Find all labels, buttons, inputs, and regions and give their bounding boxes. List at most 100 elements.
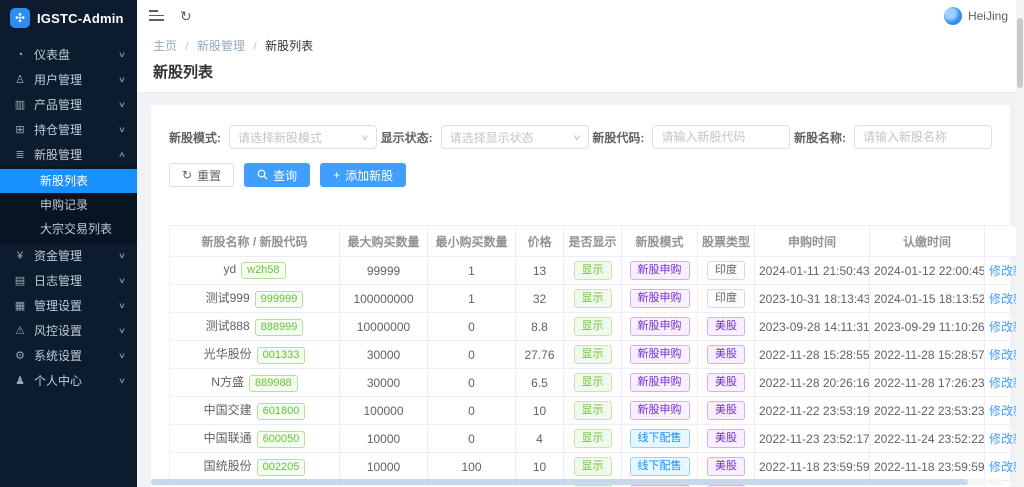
sidebar-subitem[interactable]: 大宗交易列表 bbox=[0, 217, 137, 241]
chevron-down-icon: ∨ bbox=[118, 100, 126, 109]
show-badge: 显示 bbox=[574, 261, 612, 280]
collapse-menu-icon[interactable] bbox=[149, 10, 164, 21]
column-header: 新股名称 / 新股代码 bbox=[170, 226, 340, 257]
logs-icon: ▤ bbox=[12, 274, 28, 287]
filter-label: 显示状态: bbox=[381, 129, 433, 146]
show-badge: 显示 bbox=[574, 429, 612, 448]
min-buy-qty: 1 bbox=[428, 285, 516, 313]
chevron-down-icon: ∨ bbox=[118, 75, 126, 84]
breadcrumb-item[interactable]: 主页 bbox=[153, 39, 177, 53]
stock-type-badge: 印度 bbox=[707, 289, 745, 308]
min-buy-qty: 0 bbox=[428, 397, 516, 425]
column-header: 最小购买数量 bbox=[428, 226, 516, 257]
avatar[interactable] bbox=[944, 7, 962, 25]
stock-code-badge: 889988 bbox=[249, 375, 298, 392]
add-stock-button[interactable]: + 添加新股 bbox=[320, 163, 406, 187]
apply-time: 2023-10-31 18:13:43 bbox=[755, 285, 870, 313]
funds-icon: ¥ bbox=[12, 250, 28, 262]
stock-name: 测试999 bbox=[206, 291, 250, 305]
reset-button[interactable]: ↻ 重置 bbox=[169, 163, 234, 187]
stock-type-badge: 美股 bbox=[707, 401, 745, 420]
price: 32 bbox=[516, 285, 564, 313]
show-badge: 显示 bbox=[574, 345, 612, 364]
vertical-scrollbar[interactable] bbox=[1016, 0, 1024, 487]
sidebar-item[interactable]: ⚙系统设置∨ bbox=[0, 343, 137, 368]
mode-badge: 新股申购 bbox=[630, 261, 690, 280]
price: 27.76 bbox=[516, 341, 564, 369]
stock-name: 测试888 bbox=[206, 319, 250, 333]
table-row: 中国交建601800100000010显示新股申购美股2022-11-22 23… bbox=[170, 397, 1024, 425]
page-title: 新股列表 bbox=[153, 61, 1008, 82]
table-row: N方盛8899883000006.5显示新股申购美股2022-11-28 20:… bbox=[170, 369, 1024, 397]
filter-label: 新股代码: bbox=[592, 129, 644, 146]
horizontal-scrollbar[interactable] bbox=[151, 479, 1002, 485]
stock-code-input[interactable] bbox=[652, 125, 790, 149]
mode-badge: 新股申购 bbox=[630, 401, 690, 420]
min-buy-qty: 0 bbox=[428, 425, 516, 453]
chevron-up-icon: ∧ bbox=[118, 150, 126, 159]
reset-icon: ↻ bbox=[182, 169, 192, 181]
chevron-down-icon: ∨ bbox=[118, 376, 126, 385]
sidebar-item[interactable]: ▤日志管理∨ bbox=[0, 268, 137, 293]
sidebar-item[interactable]: ⚠风控设置∨ bbox=[0, 318, 137, 343]
sidebar-item[interactable]: ◔仪表盘∨ bbox=[0, 42, 137, 67]
stock-code-badge: 999999 bbox=[255, 291, 304, 308]
min-buy-qty: 0 bbox=[428, 341, 516, 369]
pay-time: 2022-11-24 23:52:22 bbox=[870, 425, 985, 453]
chevron-down-icon: ∨ bbox=[118, 326, 126, 335]
pay-time: 2022-11-18 23:59:59 bbox=[870, 453, 985, 481]
pay-time: 2022-11-28 15:28:57 bbox=[870, 341, 985, 369]
sidebar-item[interactable]: ▦管理设置∨ bbox=[0, 293, 137, 318]
new-stock-mode-select[interactable]: 请选择新股模式 ∨ bbox=[229, 125, 377, 149]
sidebar-item[interactable]: ♟个人中心∨ bbox=[0, 368, 137, 393]
sidebar-subitem[interactable]: 新股列表 bbox=[0, 169, 137, 193]
breadcrumb-item[interactable]: 新股管理 bbox=[197, 39, 245, 53]
mode-badge: 新股申购 bbox=[630, 317, 690, 336]
apply-time: 2022-11-18 23:59:59 bbox=[755, 453, 870, 481]
price: 4 bbox=[516, 425, 564, 453]
sidebar-item[interactable]: ▥产品管理∨ bbox=[0, 92, 137, 117]
display-status-select[interactable]: 请选择显示状态 ∨ bbox=[441, 125, 589, 149]
column-header: 股票类型 bbox=[698, 226, 755, 257]
stock-name: N方盛 bbox=[211, 375, 244, 389]
sidebar-subitem[interactable]: 申购记录 bbox=[0, 193, 137, 217]
stock-code-badge: 888999 bbox=[255, 319, 304, 336]
max-buy-qty: 100000000 bbox=[340, 285, 428, 313]
profile-icon: ♟ bbox=[12, 374, 28, 387]
apply-time: 2022-11-22 23:53:19 bbox=[755, 397, 870, 425]
pay-time: 2024-01-12 22:00:45 bbox=[870, 257, 985, 285]
stock-name-input[interactable] bbox=[854, 125, 992, 149]
app-window: ✣ IGSTC-Admin ◔仪表盘∨♙用户管理∨▥产品管理∨⊞持仓管理∨≣新股… bbox=[0, 0, 1024, 487]
table-row: 国统股份0022051000010010显示线下配售美股2022-11-18 2… bbox=[170, 453, 1024, 481]
sidebar-item[interactable]: ♙用户管理∨ bbox=[0, 67, 137, 92]
plus-icon: + bbox=[333, 169, 340, 181]
main-area: ↻ HeiJing 主页 / 新股管理 / 新股列表 新股列表 新股模式: bbox=[137, 0, 1024, 487]
chevron-down-icon: ∨ bbox=[118, 50, 126, 59]
query-button[interactable]: 查询 bbox=[244, 163, 310, 187]
stock-type-badge: 美股 bbox=[707, 429, 745, 448]
stock-type-badge: 美股 bbox=[707, 317, 745, 336]
table-row: 光华股份00133330000027.76显示新股申购美股2022-11-28 … bbox=[170, 341, 1024, 369]
apply-time: 2022-11-28 15:28:55 bbox=[755, 341, 870, 369]
stock-table: 新股名称 / 新股代码最大购买数量最小购买数量价格是否显示新股模式股票类型申购时… bbox=[169, 225, 1024, 487]
refresh-icon[interactable]: ↻ bbox=[180, 9, 192, 23]
chevron-down-icon: ∨ bbox=[118, 251, 126, 260]
stock-name: 光华股份 bbox=[204, 347, 252, 361]
apply-time: 2022-11-28 20:26:16 bbox=[755, 369, 870, 397]
topbar: ↻ HeiJing bbox=[137, 0, 1024, 31]
mode-badge: 新股申购 bbox=[630, 345, 690, 364]
page-header: 主页 / 新股管理 / 新股列表 新股列表 bbox=[137, 31, 1024, 93]
stock-type-badge: 美股 bbox=[707, 457, 745, 476]
chevron-down-icon: ∨ bbox=[118, 125, 126, 134]
sidebar-item[interactable]: ⊞持仓管理∨ bbox=[0, 117, 137, 142]
chevron-down-icon: ∨ bbox=[118, 276, 126, 285]
filter-row: 新股模式: 请选择新股模式 ∨ 显示状态: 请选择显示状态 ∨ bbox=[169, 125, 992, 149]
price: 8.8 bbox=[516, 313, 564, 341]
sidebar-item[interactable]: ¥资金管理∨ bbox=[0, 243, 137, 268]
max-buy-qty: 10000 bbox=[340, 453, 428, 481]
username[interactable]: HeiJing bbox=[968, 9, 1008, 23]
mode-badge: 新股申购 bbox=[630, 373, 690, 392]
pay-time: 2022-11-28 17:26:23 bbox=[870, 369, 985, 397]
sidebar-item[interactable]: ≣新股管理∧ bbox=[0, 142, 137, 167]
column-header: 最大购买数量 bbox=[340, 226, 428, 257]
